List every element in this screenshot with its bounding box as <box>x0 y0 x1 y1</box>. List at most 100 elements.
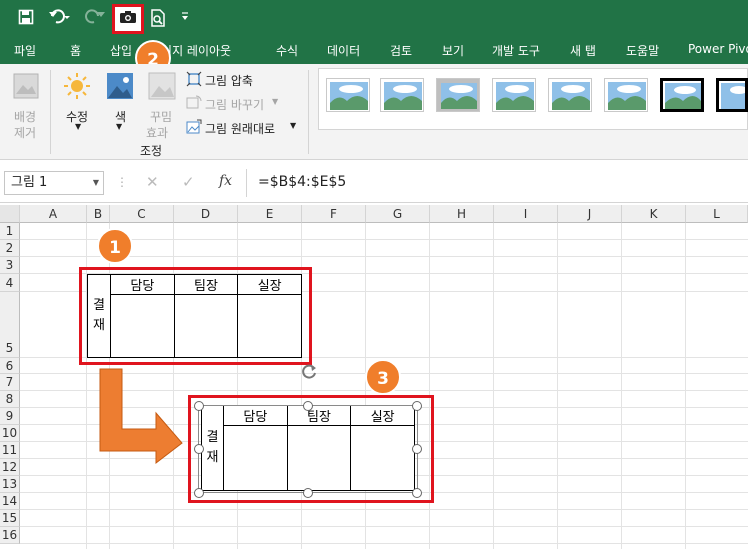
compress-icon[interactable] <box>186 71 202 91</box>
insert-function-icon[interactable]: fx <box>219 173 232 189</box>
row-header-12[interactable]: 12 <box>0 459 20 476</box>
gridline <box>493 223 494 549</box>
remove-background-icon[interactable] <box>12 72 40 104</box>
tab-new[interactable]: 새 탭 <box>570 42 596 59</box>
column-header-g[interactable]: G <box>366 205 430 223</box>
name-box-value: 그림 1 <box>11 175 48 190</box>
enter-icon[interactable]: ✓ <box>182 173 195 191</box>
row-header-13[interactable]: 13 <box>0 476 20 493</box>
color-icon[interactable] <box>106 72 134 104</box>
rotate-handle-icon[interactable] <box>299 362 319 386</box>
column-header-c[interactable]: C <box>110 205 174 223</box>
row-header-14[interactable]: 14 <box>0 493 20 510</box>
row-header-15[interactable]: 15 <box>0 510 20 527</box>
adjust-group-label: 조정 <box>140 144 163 158</box>
gridline <box>621 223 622 549</box>
change-picture-icon[interactable] <box>186 95 202 115</box>
remove-background-label-2: 제거 <box>14 126 37 140</box>
column-header-e[interactable]: E <box>238 205 302 223</box>
column-header-i[interactable]: I <box>494 205 558 223</box>
save-icon[interactable] <box>18 9 34 29</box>
gridline <box>557 223 558 549</box>
print-preview-icon[interactable] <box>150 9 166 31</box>
row-header-3[interactable]: 3 <box>0 257 20 274</box>
select-all-corner[interactable] <box>0 205 20 223</box>
tab-help[interactable]: 도움말 <box>626 42 659 59</box>
step-badge-3: 3 <box>365 359 401 395</box>
row-header-2[interactable]: 2 <box>0 240 20 257</box>
artistic-effects-label-1: 꾸밈 <box>150 110 173 124</box>
column-header-a[interactable]: A <box>20 205 87 223</box>
ribbon-picture-format: 배경 제거 수정 ▼ 색 ▼ 꾸밈 효과 그림 압축 그림 바꾸기 ▼ 그림 원… <box>0 64 748 160</box>
formula-input[interactable]: =$B$4:$E$5 <box>258 174 346 190</box>
picture-style-3[interactable] <box>436 78 480 112</box>
artistic-effects-label-2: 효과 <box>146 126 169 140</box>
row-header-5[interactable]: 5 <box>0 292 20 358</box>
tab-view[interactable]: 보기 <box>442 42 464 59</box>
column-header-b[interactable]: B <box>87 205 110 223</box>
row-header-4[interactable]: 4 <box>0 274 20 292</box>
column-header-f[interactable]: F <box>302 205 366 223</box>
row-header-16[interactable]: 16 <box>0 527 20 544</box>
color-dropdown-icon[interactable]: ▼ <box>116 122 122 131</box>
reset-picture-icon[interactable] <box>186 119 202 139</box>
tab-review[interactable]: 검토 <box>390 42 412 59</box>
row-header-9[interactable]: 9 <box>0 408 20 425</box>
column-header-l[interactable]: L <box>686 205 748 223</box>
tab-home[interactable]: 홈 <box>70 42 81 59</box>
tab-developer[interactable]: 개발 도구 <box>492 42 540 59</box>
tab-power-pivot[interactable]: Power Pivot <box>688 42 748 56</box>
camera-icon[interactable] <box>119 10 137 28</box>
row-header-7[interactable]: 7 <box>0 374 20 391</box>
row-header-1[interactable]: 1 <box>0 223 20 240</box>
picture-style-6[interactable] <box>604 78 648 112</box>
remove-background-label-1: 배경 <box>14 110 37 124</box>
step-arrow-icon <box>99 368 183 465</box>
name-box-dropdown-icon[interactable]: ▼ <box>93 172 99 194</box>
row-header-11[interactable]: 11 <box>0 442 20 459</box>
reset-picture-dropdown-icon[interactable]: ▼ <box>290 121 296 130</box>
cancel-icon[interactable]: ✕ <box>146 173 159 191</box>
corrections-dropdown-icon[interactable]: ▼ <box>75 122 81 131</box>
change-picture-label: 그림 바꾸기 <box>205 98 265 112</box>
redo-icon[interactable] <box>84 8 106 30</box>
tab-file[interactable]: 파일 <box>14 42 36 59</box>
customize-qat-icon[interactable] <box>180 9 190 29</box>
row-header-10[interactable]: 10 <box>0 425 20 442</box>
more-icon: ⋮ <box>116 175 128 189</box>
tab-formulas[interactable]: 수식 <box>276 42 298 59</box>
gridline <box>20 509 748 510</box>
source-highlight-box <box>79 267 312 365</box>
tab-data[interactable]: 데이터 <box>327 42 360 59</box>
tab-insert[interactable]: 삽입 <box>110 42 132 59</box>
column-header-j[interactable]: J <box>558 205 622 223</box>
gridline <box>20 526 748 527</box>
ribbon-tabs: 파일 홈 삽입 페이지 레이아웃 수식 데이터 검토 보기 개발 도구 새 탭 … <box>0 36 748 64</box>
compress-label[interactable]: 그림 압축 <box>205 72 253 89</box>
picture-highlight-box <box>188 395 434 503</box>
quick-access-toolbar <box>0 0 748 36</box>
reset-picture-label[interactable]: 그림 원래대로 <box>205 120 275 137</box>
column-header-d[interactable]: D <box>174 205 238 223</box>
row-header-6[interactable]: 6 <box>0 358 20 374</box>
undo-icon[interactable] <box>48 8 70 30</box>
corrections-icon[interactable] <box>63 72 91 104</box>
ribbon-separator <box>50 70 51 154</box>
column-header-k[interactable]: K <box>622 205 686 223</box>
picture-style-1[interactable] <box>326 78 370 112</box>
step-badge-1: 1 <box>97 228 133 264</box>
change-picture-dropdown-icon: ▼ <box>272 97 279 106</box>
formula-divider <box>246 169 247 197</box>
row-header-8[interactable]: 8 <box>0 391 20 408</box>
name-box[interactable]: 그림 1 ▼ <box>4 171 104 195</box>
picture-style-5[interactable] <box>548 78 592 112</box>
artistic-effects-icon[interactable] <box>148 72 176 104</box>
picture-style-7[interactable] <box>660 78 704 112</box>
gridline <box>685 223 686 549</box>
picture-style-8[interactable] <box>716 78 748 112</box>
column-header-h[interactable]: H <box>430 205 494 223</box>
picture-style-2[interactable] <box>380 78 424 112</box>
ribbon-separator <box>308 70 309 154</box>
gridline <box>20 543 748 544</box>
picture-style-4[interactable] <box>492 78 536 112</box>
